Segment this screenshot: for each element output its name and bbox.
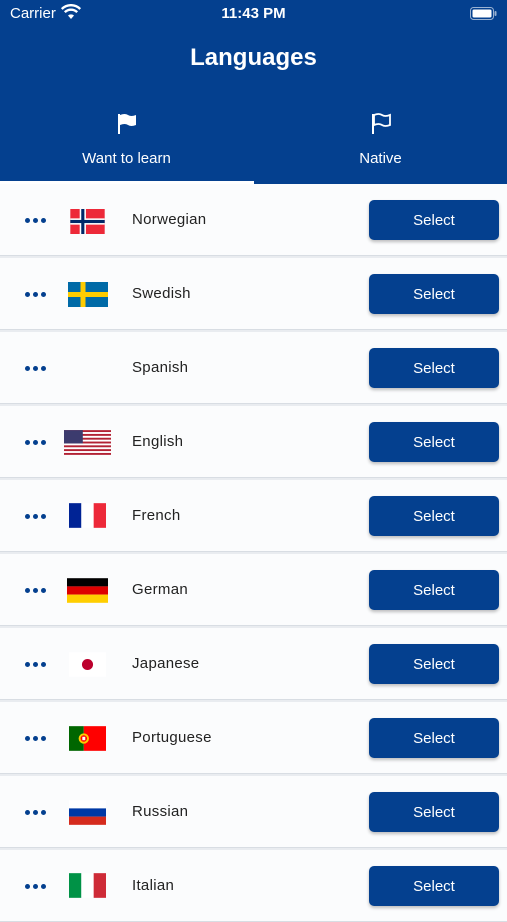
select-french-button[interactable]: Select bbox=[369, 496, 499, 536]
language-name: English bbox=[132, 433, 184, 450]
select-spanish-button[interactable]: Select bbox=[369, 348, 499, 388]
clock: 11:43 PM bbox=[221, 5, 286, 22]
tab-want-to-learn[interactable]: Want to learn bbox=[0, 104, 253, 184]
tab-label: Want to learn bbox=[82, 150, 171, 167]
more-options-icon[interactable] bbox=[20, 504, 52, 528]
language-row-italian: Italian Select bbox=[0, 850, 507, 922]
language-name: Spanish bbox=[132, 359, 189, 376]
language-row-portuguese: Portuguese Select bbox=[0, 702, 507, 774]
language-row-norwegian: Norwegian Select bbox=[0, 184, 507, 256]
language-name: French bbox=[132, 507, 181, 524]
tab-label: Native bbox=[359, 150, 402, 167]
language-row-french: French Select bbox=[0, 480, 507, 552]
select-norwegian-button[interactable]: Select bbox=[369, 200, 499, 240]
select-german-button[interactable]: Select bbox=[369, 570, 499, 610]
usa-flag-icon bbox=[64, 430, 111, 460]
portugal-flag-icon bbox=[69, 726, 106, 756]
language-row-german: German Select bbox=[0, 554, 507, 626]
more-options-icon[interactable] bbox=[20, 208, 52, 232]
more-options-icon[interactable] bbox=[20, 282, 52, 306]
language-name: Italian bbox=[132, 877, 175, 894]
select-japanese-button[interactable]: Select bbox=[369, 644, 499, 684]
flag-filled-icon bbox=[116, 112, 138, 141]
language-row-japanese: Japanese Select bbox=[0, 628, 507, 700]
france-flag-icon bbox=[69, 503, 106, 533]
language-name: Japanese bbox=[132, 655, 200, 672]
language-name: Swedish bbox=[132, 285, 191, 302]
more-options-icon[interactable] bbox=[20, 726, 52, 750]
select-english-button[interactable]: Select bbox=[369, 422, 499, 462]
select-italian-button[interactable]: Select bbox=[369, 866, 499, 906]
tab-native[interactable]: Native bbox=[254, 104, 507, 184]
more-options-icon[interactable] bbox=[20, 356, 52, 380]
language-name: Portuguese bbox=[132, 729, 212, 746]
language-row-english: English Select bbox=[0, 406, 507, 478]
more-options-icon[interactable] bbox=[20, 874, 52, 898]
norway-flag-icon bbox=[70, 209, 105, 239]
flag-outline-icon bbox=[370, 112, 392, 141]
more-options-icon[interactable] bbox=[20, 578, 52, 602]
select-russian-button[interactable]: Select bbox=[369, 792, 499, 832]
status-bar: Carrier 11:43 PM bbox=[0, 0, 507, 28]
language-name: Norwegian bbox=[132, 211, 207, 228]
select-swedish-button[interactable]: Select bbox=[369, 274, 499, 314]
battery-icon bbox=[470, 7, 497, 25]
language-row-swedish: Swedish Select bbox=[0, 258, 507, 330]
italy-flag-icon bbox=[69, 873, 106, 903]
more-options-icon[interactable] bbox=[20, 652, 52, 676]
select-portuguese-button[interactable]: Select bbox=[369, 718, 499, 758]
page-title: Languages bbox=[190, 44, 317, 71]
language-row-russian: Russian Select bbox=[0, 776, 507, 848]
sweden-flag-icon bbox=[68, 282, 108, 312]
language-name: Russian bbox=[132, 803, 189, 820]
japan-flag-icon bbox=[69, 652, 106, 682]
more-options-icon[interactable] bbox=[20, 800, 52, 824]
germany-flag-icon bbox=[67, 578, 108, 608]
app-header: Carrier 11:43 PM Languages Want to learn… bbox=[0, 0, 507, 184]
language-name: German bbox=[132, 581, 188, 598]
russia-flag-icon bbox=[69, 800, 106, 830]
language-row-spanish: Spanish Select bbox=[0, 332, 507, 404]
more-options-icon[interactable] bbox=[20, 430, 52, 454]
